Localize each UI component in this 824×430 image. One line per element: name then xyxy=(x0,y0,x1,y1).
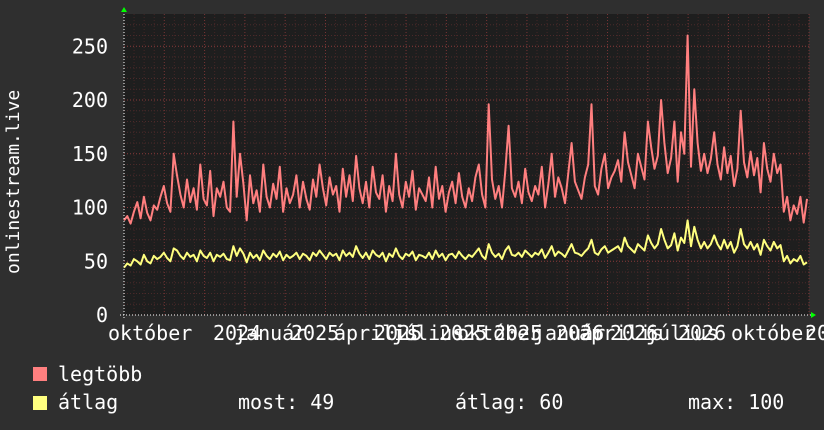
y-tick-label: 250 xyxy=(72,34,108,58)
chart: 0 50 100 150 200 250 október 2024január2025ápr… xyxy=(3,7,824,345)
x-ticks: október 2024január2025április2025július20… xyxy=(108,321,824,345)
legend-label-avg: átlag xyxy=(58,390,119,414)
y-tick-label: 0 xyxy=(96,303,108,327)
x-tick-label: 20 xyxy=(805,321,824,345)
x-tick-label: október xyxy=(731,321,815,345)
x-tick-label: 2025 xyxy=(291,321,339,345)
x-tick-label: október xyxy=(108,321,192,345)
legend-swatch-avg xyxy=(33,396,47,410)
y-axis-arrow xyxy=(121,7,127,12)
y-ticks: 0 50 100 150 200 250 xyxy=(72,34,108,327)
stat-now: most: 49 xyxy=(238,390,335,414)
x-tick-label: 2026 xyxy=(678,321,726,345)
y-tick-label: 100 xyxy=(72,196,108,220)
x-axis-arrow xyxy=(811,312,816,318)
legend-label-max: legtöbb xyxy=(58,362,143,386)
stat-max: max: 100 xyxy=(688,390,785,414)
y-tick-label: 150 xyxy=(72,142,108,166)
y-tick-label: 200 xyxy=(72,88,108,112)
y-tick-label: 50 xyxy=(84,249,108,273)
legend-swatch-max xyxy=(33,367,47,381)
stat-avg: átlag: 60 xyxy=(455,390,564,414)
y-axis-label: onlinestream.live xyxy=(3,90,24,274)
